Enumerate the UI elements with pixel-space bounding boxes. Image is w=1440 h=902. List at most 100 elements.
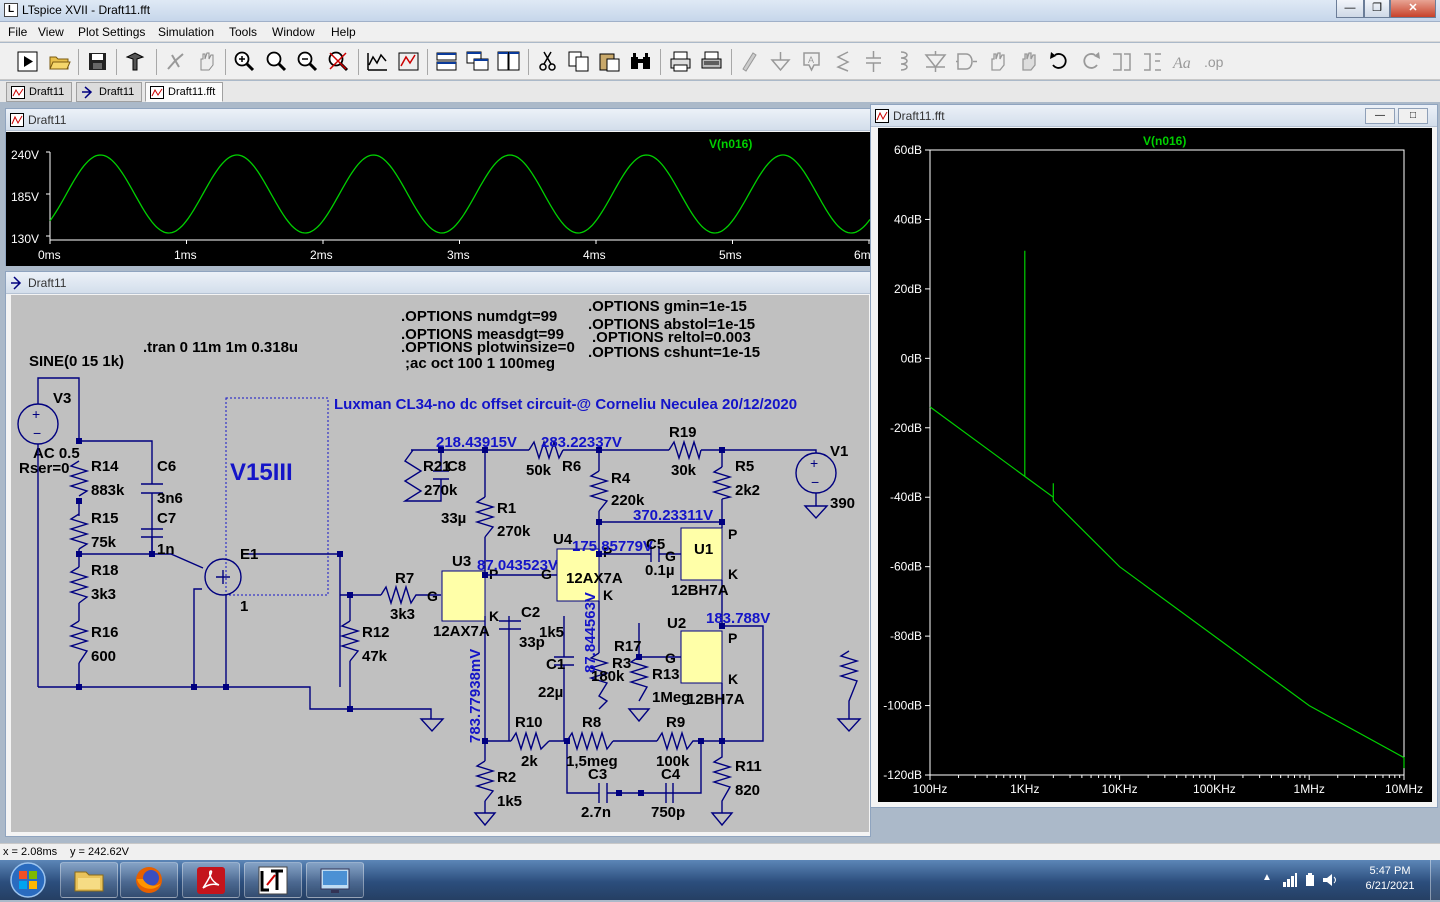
label-icon[interactable]: A	[798, 48, 825, 75]
ltspice-app-icon: L	[4, 3, 18, 17]
tile-horizontal-icon[interactable]	[433, 48, 460, 75]
run-icon[interactable]	[14, 48, 41, 75]
toolbar: A Aa .op	[0, 43, 1440, 80]
text-icon[interactable]: Aa	[1170, 48, 1197, 75]
component-ref: C7	[157, 510, 176, 527]
save-icon[interactable]	[84, 48, 111, 75]
directive-cshunt[interactable]: .OPTIONS cshunt=1e-15	[588, 344, 760, 361]
fft-y-tick-label: 60dB	[894, 143, 922, 157]
menu-simulation[interactable]: Simulation	[158, 25, 214, 39]
node-voltage-label[interactable]: 783.77938mV	[467, 649, 484, 743]
node-voltage-label[interactable]: 218.43915V	[436, 434, 517, 451]
power-icon[interactable]	[1304, 873, 1316, 887]
taskbar-app[interactable]	[120, 862, 178, 898]
component-icon[interactable]	[953, 48, 980, 75]
directive-gmin[interactable]: .OPTIONS gmin=1e-15	[588, 298, 747, 315]
menu-plot-settings[interactable]: Plot Settings	[78, 25, 145, 39]
rotate-icon[interactable]	[1108, 48, 1135, 75]
schematic-canvas[interactable]: .OPTIONS numdgt=99 .OPTIONS measdgt=99 .…	[11, 295, 869, 832]
fft-plot[interactable]: V(n016) 60dB 40dB 20dB 0dB -20dB -40dB -60dB -8…	[878, 128, 1432, 802]
tab-waveform[interactable]: Draft11	[6, 82, 72, 102]
clock[interactable]: 5:47 PM 6/21/2021	[1355, 865, 1425, 892]
print-icon[interactable]	[667, 48, 694, 75]
paste-icon[interactable]	[596, 48, 623, 75]
node-voltage-label[interactable]: 183.788V	[706, 610, 770, 627]
cascade-icon[interactable]	[464, 48, 491, 75]
network-icon[interactable]	[1282, 873, 1298, 887]
close-button[interactable]: ✕	[1390, 0, 1436, 18]
menu-tools[interactable]: Tools	[229, 25, 257, 39]
show-desktop-button[interactable]	[1430, 860, 1440, 900]
capacitor-icon[interactable]	[860, 48, 887, 75]
menu-help[interactable]: Help	[331, 25, 356, 39]
spice-directive-icon[interactable]: .op	[1201, 48, 1228, 75]
autorange-icon[interactable]	[364, 48, 391, 75]
tab-schematic[interactable]: Draft11	[76, 82, 142, 102]
taskbar-app[interactable]	[306, 862, 364, 898]
inductor-icon[interactable]	[891, 48, 918, 75]
waveform-trace-label[interactable]: V(n016)	[709, 137, 752, 151]
copy-icon[interactable]	[565, 48, 592, 75]
node-voltage-label[interactable]: 283.22337V	[541, 434, 622, 451]
directive-tran[interactable]: .tran 0 11m 1m 0.318u	[143, 339, 298, 356]
maximize-button[interactable]: ❐	[1364, 0, 1390, 18]
fft-trace-label[interactable]: V(n016)	[1143, 134, 1186, 148]
component-ref: C3	[588, 766, 607, 783]
halt-icon[interactable]	[162, 48, 189, 75]
start-button[interactable]	[4, 861, 52, 899]
tab-fft[interactable]: Draft11.fft	[145, 82, 223, 102]
find-icon[interactable]	[627, 48, 654, 75]
taskbar-app[interactable]	[182, 862, 240, 898]
move-icon[interactable]	[984, 48, 1011, 75]
resistor-icon[interactable]	[829, 48, 856, 75]
fft-maximize-button[interactable]: □	[1398, 108, 1428, 124]
directive-ac[interactable]: ;ac oct 100 1 100meg	[405, 355, 555, 372]
open-icon[interactable]	[46, 48, 73, 75]
directive-numdgt[interactable]: .OPTIONS numdgt=99	[401, 308, 557, 325]
menu-file[interactable]: File	[8, 25, 27, 39]
taskbar-app[interactable]	[60, 862, 118, 898]
tile-vertical-icon[interactable]	[495, 48, 522, 75]
redo-icon[interactable]	[1077, 48, 1104, 75]
wire-icon[interactable]	[736, 48, 763, 75]
circuit-title[interactable]: Luxman CL34-no dc offset circuit-@ Corne…	[334, 396, 797, 413]
zoom-full-icon[interactable]	[263, 48, 290, 75]
node-voltage-label[interactable]: 175.85779V	[572, 538, 653, 555]
volume-icon[interactable]	[1322, 873, 1338, 887]
taskbar-app[interactable]	[244, 862, 302, 898]
mirror-icon[interactable]	[1139, 48, 1166, 75]
svg-text:Aa: Aa	[1172, 55, 1191, 72]
tube-model: 12BH7A	[671, 582, 729, 599]
x-tick-label: 5ms	[719, 248, 742, 262]
cut-icon[interactable]	[534, 48, 561, 75]
zoom-cancel-icon[interactable]	[325, 48, 352, 75]
fft-y-tick-label: -80dB	[890, 629, 922, 643]
print-setup-icon[interactable]	[698, 48, 725, 75]
tube-ref: U1	[694, 541, 713, 558]
fft-minimize-button[interactable]: —	[1365, 108, 1395, 124]
ground-icon[interactable]	[767, 48, 794, 75]
component-value: 47k	[362, 648, 388, 665]
drag-icon[interactable]	[1015, 48, 1042, 75]
undo-icon[interactable]	[1046, 48, 1073, 75]
node-voltage-label[interactable]: 87.844563V	[582, 592, 599, 673]
waveform-plot[interactable]: V(n016) 240V 185V 130V 0ms 1ms 2ms 3ms 4…	[6, 132, 870, 266]
tray-expand-icon[interactable]: ▲	[1262, 872, 1272, 883]
node-voltage-label[interactable]: 87.043523V	[477, 557, 558, 574]
v3-value[interactable]: SINE(0 15 1k)	[29, 353, 124, 370]
node-voltage-label[interactable]: 370.23311V	[633, 507, 713, 524]
directive-plotwinsize[interactable]: .OPTIONS plotwinsize=0	[401, 339, 575, 356]
control-panel-icon[interactable]	[122, 48, 149, 75]
clock-date: 6/21/2021	[1365, 880, 1415, 892]
v3-name[interactable]: V3	[53, 390, 71, 407]
component-value: 270k	[497, 523, 531, 540]
mark-icon[interactable]	[395, 48, 422, 75]
zoom-out-icon[interactable]	[294, 48, 321, 75]
diode-icon[interactable]	[922, 48, 949, 75]
menu-view[interactable]: View	[38, 25, 64, 39]
fft-x-tick-label: 100KHz	[1193, 782, 1236, 796]
menu-window[interactable]: Window	[272, 25, 315, 39]
pan-icon[interactable]	[193, 48, 220, 75]
zoom-in-icon[interactable]	[231, 48, 258, 75]
minimize-button[interactable]: —	[1336, 0, 1364, 18]
